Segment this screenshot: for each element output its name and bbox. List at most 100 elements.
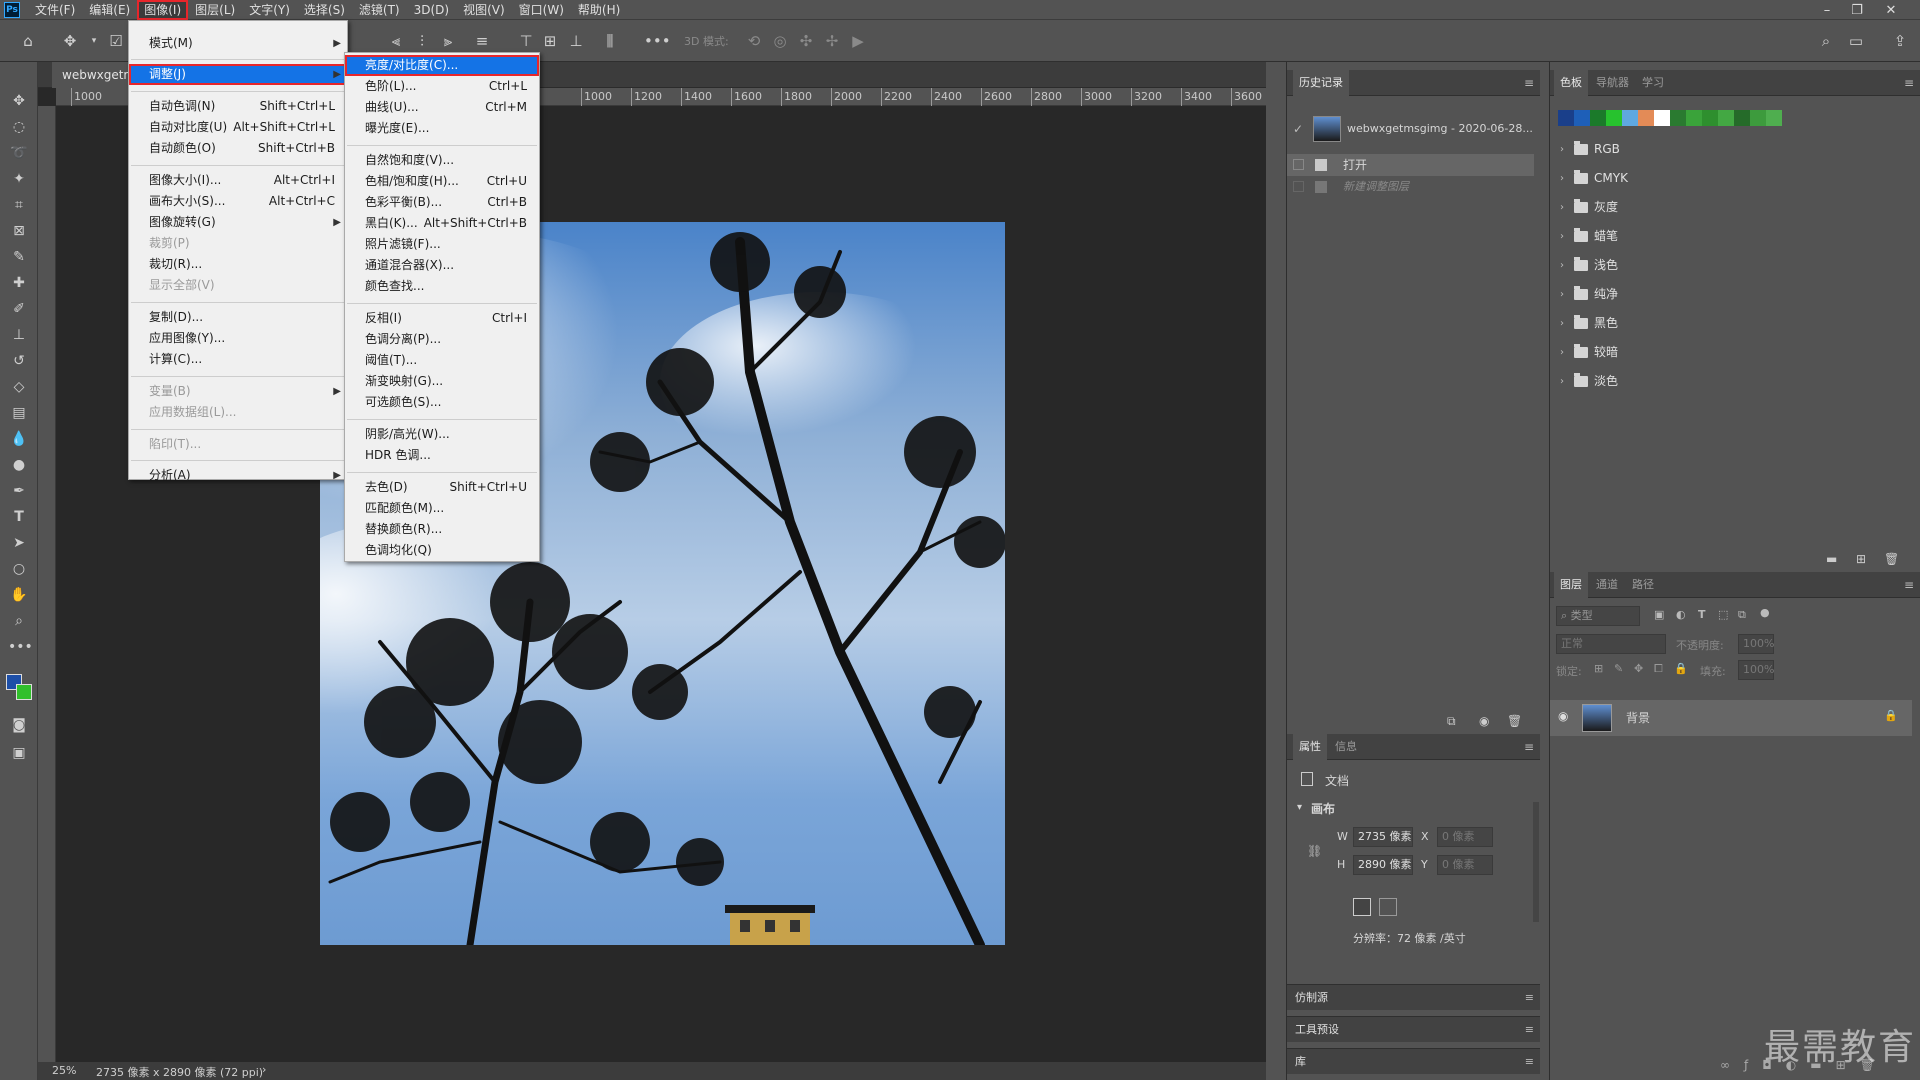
menu-row[interactable]: 图像旋转(G) ▶	[129, 212, 347, 233]
new-document-from-state-icon[interactable]: ⧉	[1447, 714, 1456, 729]
more-options-icon[interactable]: •••	[644, 31, 671, 51]
opacity-field[interactable]: 100%	[1738, 634, 1774, 654]
move-tool-icon[interactable]: ✥	[60, 31, 80, 51]
filter-adjustment-icon[interactable]: ◐	[1676, 608, 1686, 621]
tab-navigator[interactable]: 导航器	[1590, 70, 1635, 96]
menu-row[interactable]: 自动对比度(U) Alt+Shift+Ctrl+L	[129, 117, 347, 138]
3d-slide-icon[interactable]: ✢	[822, 31, 842, 51]
3d-orbit-icon[interactable]: ⟲	[744, 31, 764, 51]
dodge-tool-icon[interactable]: ●	[8, 454, 30, 476]
brush-source-icon[interactable]: ✓	[1293, 110, 1303, 148]
align-right-icon[interactable]: ⫸	[438, 31, 458, 51]
menu-item[interactable]: 文件(F)	[28, 0, 82, 20]
minimize-button[interactable]: –	[1812, 0, 1842, 20]
menu-row[interactable]: 渐变映射(G)...	[345, 371, 539, 392]
tab-paths[interactable]: 路径	[1626, 572, 1660, 598]
menu-item[interactable]: 3D(D)	[407, 0, 456, 20]
chevron-right-icon[interactable]: ›	[1560, 338, 1564, 367]
lock-position-icon[interactable]: ✥	[1634, 662, 1643, 675]
gradient-tool-icon[interactable]: ▤	[8, 402, 30, 424]
swatch-group[interactable]: › 较暗	[1550, 338, 1920, 367]
blur-tool-icon[interactable]: 💧	[8, 428, 30, 450]
fx-icon[interactable]: ƒ	[1744, 1058, 1762, 1072]
menu-row[interactable]: 裁切(R)...	[129, 254, 347, 275]
color-swatch[interactable]	[1734, 110, 1750, 126]
marquee-tool-icon[interactable]: ◌	[8, 116, 30, 138]
3d-roll-icon[interactable]: ◎	[770, 31, 790, 51]
screen-mode-icon[interactable]: ▣	[8, 742, 30, 764]
color-swatch[interactable]	[1606, 110, 1622, 126]
menu-item[interactable]: 图像(I)	[137, 0, 189, 20]
frame-tool-icon[interactable]: ⊠	[8, 220, 30, 242]
menu-item[interactable]: 滤镜(T)	[352, 0, 407, 20]
menu-row[interactable]: 复制(D)...	[129, 307, 347, 328]
chevron-down-icon[interactable]: ▾	[84, 31, 104, 51]
menu-item[interactable]: 窗口(W)	[512, 0, 571, 20]
color-swatch[interactable]	[1574, 110, 1590, 126]
swatch-group[interactable]: › 灰度	[1550, 193, 1920, 222]
chevron-right-icon[interactable]: ›	[1560, 164, 1564, 193]
color-swatch[interactable]	[1558, 110, 1574, 126]
chevron-right-icon[interactable]: ›	[1560, 135, 1564, 164]
lock-artboard-icon[interactable]: ⧠	[1654, 662, 1663, 676]
menu-item[interactable]: 帮助(H)	[571, 0, 627, 20]
menu-row[interactable]: 色彩平衡(B)... Ctrl+B	[345, 192, 539, 213]
menu-row[interactable]: 通道混合器(X)...	[345, 255, 539, 276]
ellipse-tool-icon[interactable]: ○	[8, 558, 30, 580]
color-swatch[interactable]	[1702, 110, 1718, 126]
lock-pixels-icon[interactable]: ✎	[1614, 662, 1623, 675]
tool-presets-panel[interactable]: 工具预设 ≡	[1287, 1016, 1540, 1042]
filter-smart-object-icon[interactable]: ⧉	[1738, 608, 1746, 622]
panel-menu-icon[interactable]: ≡	[1525, 1049, 1534, 1075]
menu-row[interactable]: 颜色查找...	[345, 276, 539, 297]
history-checkbox[interactable]	[1293, 159, 1304, 170]
menu-row[interactable]: 自然饱和度(V)...	[345, 150, 539, 171]
menu-row[interactable]: 画布大小(S)... Alt+Ctrl+C	[129, 191, 347, 212]
tab-history[interactable]: 历史记录	[1293, 70, 1349, 96]
history-brush-icon[interactable]: ↺	[8, 350, 30, 372]
color-swatch[interactable]	[1686, 110, 1702, 126]
menu-row[interactable]: 替换颜色(R)...	[345, 519, 539, 540]
align-bottom-icon[interactable]: ⊥	[566, 31, 586, 51]
filter-pixel-icon[interactable]: ▣	[1654, 608, 1664, 621]
history-snapshot[interactable]: ✓ webwxgetmsgimg - 2020-06-28...	[1287, 110, 1534, 148]
align-left-icon[interactable]: ⫷	[386, 31, 406, 51]
distribute-icon[interactable]: ≡	[472, 31, 492, 51]
link-icon[interactable]: ⛓	[1307, 844, 1322, 858]
menu-row[interactable]: 图像大小(I)... Alt+Ctrl+I	[129, 170, 347, 191]
eye-icon[interactable]: ◉	[1558, 709, 1568, 723]
menu-row[interactable]: 色调均化(Q)	[345, 540, 539, 561]
quick-mask-icon[interactable]: ◙	[8, 714, 30, 736]
type-tool-icon[interactable]: T	[8, 506, 30, 528]
lasso-tool-icon[interactable]: ➰	[8, 142, 30, 164]
chevron-down-icon[interactable]: ▾	[1297, 802, 1302, 813]
menu-row[interactable]: 分析(A) ▶	[129, 465, 347, 486]
chevron-right-icon[interactable]: ›	[1560, 193, 1564, 222]
eyedropper-icon[interactable]: ✎	[8, 246, 30, 268]
zoom-tool-icon[interactable]: ⌕	[8, 610, 30, 632]
layer-filter-select[interactable]: ⌕ 类型	[1556, 606, 1640, 626]
link-layers-icon[interactable]: ∞	[1720, 1058, 1744, 1072]
swatch-group[interactable]: › 淡色	[1550, 367, 1920, 396]
auto-select-checkbox[interactable]: ☑	[106, 31, 126, 51]
canvas-height-field[interactable]: 2890 像素	[1353, 855, 1413, 875]
chevron-right-icon[interactable]: ›	[1560, 222, 1564, 251]
camera-icon[interactable]: ◉	[1479, 714, 1489, 728]
align-middle-icon[interactable]: ⊞	[540, 31, 560, 51]
swatch-group[interactable]: › CMYK	[1550, 164, 1920, 193]
menu-row[interactable]: 照片滤镜(F)...	[345, 234, 539, 255]
menu-row[interactable]: 色相/饱和度(H)... Ctrl+U	[345, 171, 539, 192]
fill-field[interactable]: 100%	[1738, 660, 1774, 680]
chevron-right-icon[interactable]: ›	[1560, 309, 1564, 338]
menu-row[interactable]: 应用图像(Y)...	[129, 328, 347, 349]
menu-item[interactable]: 图层(L)	[188, 0, 242, 20]
healing-brush-icon[interactable]: ✚	[8, 272, 30, 294]
tab-properties[interactable]: 属性	[1293, 734, 1327, 760]
tab-info[interactable]: 信息	[1329, 734, 1363, 760]
eraser-tool-icon[interactable]: ◇	[8, 376, 30, 398]
hand-tool-icon[interactable]: ✋	[8, 584, 30, 606]
align-center-icon[interactable]: ⫶	[412, 31, 432, 51]
color-swatch[interactable]	[1670, 110, 1686, 126]
menu-row[interactable]: HDR 色调...	[345, 445, 539, 466]
menu-row[interactable]: 匹配颜色(M)...	[345, 498, 539, 519]
